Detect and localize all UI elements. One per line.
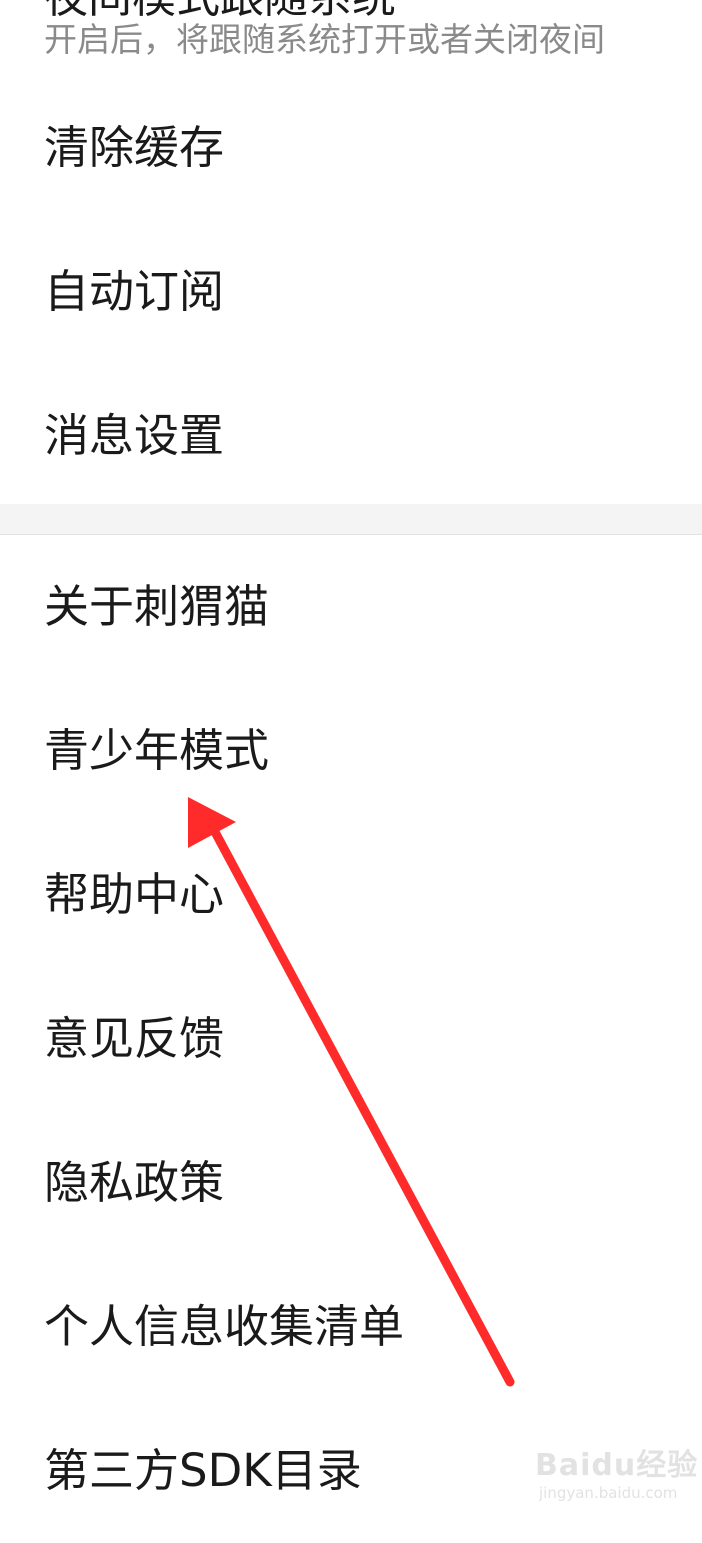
settings-item-feedback[interactable]: 意见反馈 [0, 967, 702, 1111]
settings-page: 夜间模式跟随系统 开启后，将跟随系统打开或者关闭夜间 清除缓存 自动订阅 消息设… [0, 0, 702, 1519]
settings-item-clear-cache[interactable]: 清除缓存 [0, 76, 702, 220]
settings-item-label: 自动订阅 [44, 265, 225, 318]
section-divider [0, 504, 702, 535]
settings-item-youth-mode[interactable]: 青少年模式 [0, 679, 702, 823]
settings-item-personal-info-list[interactable]: 个人信息收集清单 [0, 1255, 702, 1399]
settings-item-label: 青少年模式 [44, 724, 270, 777]
baidu-watermark: Baidu经验 jingyan.baidu.com [535, 1440, 699, 1510]
settings-item-label: 清除缓存 [44, 121, 225, 174]
settings-item-label: 个人信息收集清单 [44, 1300, 405, 1353]
settings-item-label: 关于刺猬猫 [44, 580, 270, 633]
night-mode-description: 开启后，将跟随系统打开或者关闭夜间 [44, 20, 605, 59]
watermark-main-text: Baidu经验 [535, 1448, 699, 1483]
settings-item-label: 消息设置 [44, 409, 225, 462]
settings-item-label: 帮助中心 [44, 868, 225, 921]
settings-item-about[interactable]: 关于刺猬猫 [0, 535, 702, 679]
watermark-url-text: jingyan.baidu.com [539, 1484, 678, 1502]
settings-item-message-settings[interactable]: 消息设置 [0, 364, 702, 508]
settings-item-help-center[interactable]: 帮助中心 [0, 823, 702, 967]
settings-item-label: 第三方SDK目录 [44, 1444, 362, 1497]
settings-item-auto-subscribe[interactable]: 自动订阅 [0, 220, 702, 364]
settings-item-label: 意见反馈 [44, 1012, 225, 1065]
settings-item-privacy-policy[interactable]: 隐私政策 [0, 1111, 702, 1255]
settings-item-label: 隐私政策 [44, 1156, 225, 1209]
